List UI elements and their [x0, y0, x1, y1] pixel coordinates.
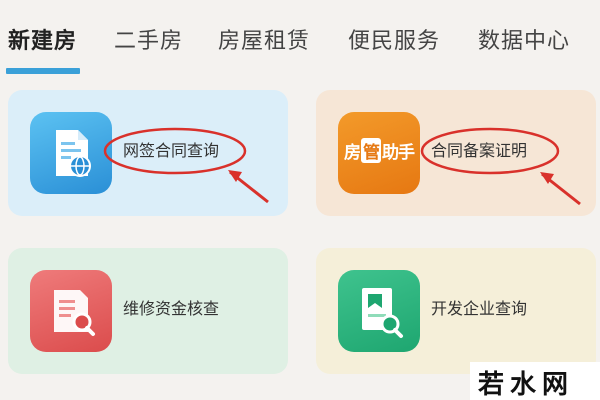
tab-bar: 新建房 二手房 房屋租赁 便民服务 数据中心 — [0, 0, 600, 80]
watermark: 若水网 — [470, 362, 600, 400]
watermark-text: 若水网 — [478, 370, 575, 400]
contract-globe-icon — [30, 112, 112, 194]
card-contract-filing[interactable]: 房管助手 合同备案证明 — [316, 90, 596, 216]
tab-convenience-services[interactable]: 便民服务 — [348, 28, 440, 56]
fangguan-zhushou-icon: 房管助手 — [338, 112, 420, 194]
active-tab-indicator — [6, 68, 80, 74]
icon-text: 房管助手 — [342, 138, 416, 163]
tab-second-hand-house[interactable]: 二手房 — [114, 28, 183, 56]
card-label: 开发企业查询 — [431, 299, 528, 318]
tab-data-center[interactable]: 数据中心 — [478, 28, 570, 56]
document-search-icon — [30, 270, 112, 352]
card-label: 合同备案证明 — [431, 141, 528, 160]
enterprise-search-icon — [338, 270, 420, 352]
card-maintenance-fund-check[interactable]: 维修资金核查 — [8, 248, 288, 374]
tab-new-house[interactable]: 新建房 — [8, 28, 77, 56]
tab-house-rental[interactable]: 房屋租赁 — [218, 28, 310, 56]
card-label: 网签合同查询 — [123, 141, 220, 160]
card-developer-query[interactable]: 开发企业查询 — [316, 248, 596, 374]
card-contract-query[interactable]: 网签合同查询 — [8, 90, 288, 216]
card-label: 维修资金核查 — [123, 299, 220, 318]
